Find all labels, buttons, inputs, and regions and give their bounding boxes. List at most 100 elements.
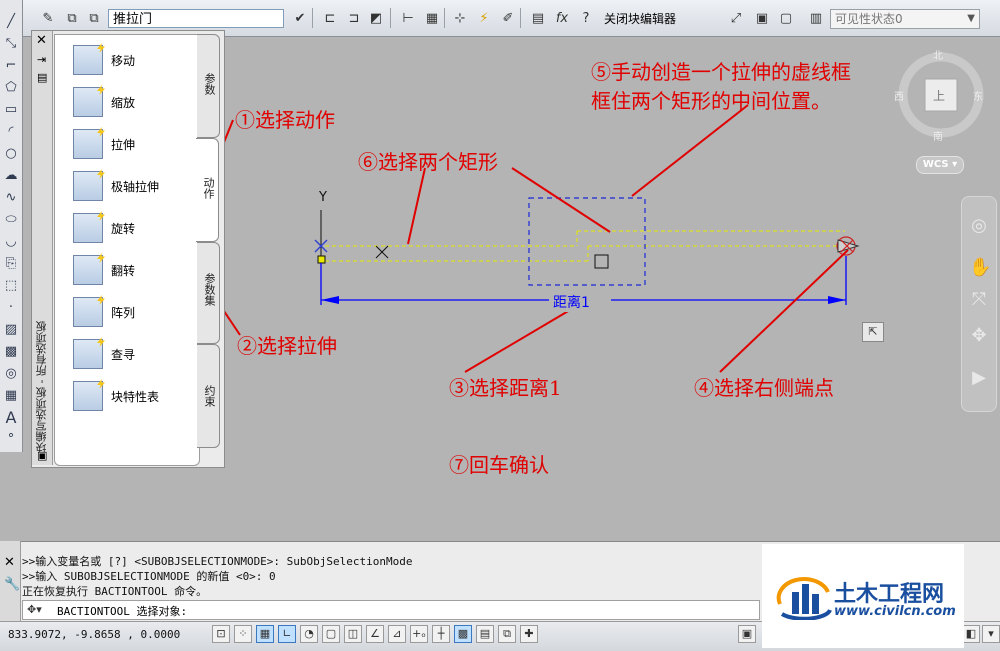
save-block-as-icon[interactable]: ⧉ [84, 9, 104, 29]
leader-step4 [719, 249, 849, 373]
block-name-field[interactable]: 推拉门 [108, 9, 284, 28]
status-menu-icon[interactable]: ▾ [982, 625, 1000, 643]
block-table-icon [73, 381, 103, 411]
palette-item-flip[interactable]: 翻转 [71, 253, 201, 289]
grip-left[interactable] [317, 255, 326, 264]
gradient-icon[interactable]: ▩ [3, 344, 19, 360]
tab-actions[interactable]: 动作 [196, 138, 219, 242]
customize-icon[interactable]: 🔧 [4, 577, 20, 592]
visibility-states-icon[interactable]: ▥ [806, 9, 826, 29]
line-icon[interactable]: ╱ [3, 14, 19, 30]
dyn-toggle[interactable]: +ₒ [410, 625, 428, 643]
selection-cycling-toggle[interactable]: ⧉ [498, 625, 516, 643]
palette-item-move[interactable]: 移动 [71, 43, 201, 79]
viewcube-north[interactable]: 北 [933, 47, 943, 62]
make-invisible-icon[interactable]: ▢ [776, 9, 796, 29]
circle-icon[interactable]: ○ [3, 146, 19, 162]
auto-hide-icon[interactable]: ⇥ [37, 53, 46, 66]
revision-cloud-icon[interactable]: ☁ [3, 168, 19, 184]
ortho-toggle[interactable]: ∟ [278, 625, 296, 643]
constraint-status-icon[interactable]: ◩ [366, 9, 386, 29]
viewcube-south[interactable]: 南 [933, 128, 943, 143]
block-table-icon[interactable]: ▦ [422, 9, 442, 29]
viewcube-east[interactable]: 东 [973, 88, 983, 103]
table-icon[interactable]: ▦ [3, 388, 19, 404]
fx-icon[interactable]: fx [552, 9, 572, 29]
close-icon[interactable]: ✕ [36, 33, 47, 48]
attribute-icon[interactable]: ✐ [498, 9, 518, 29]
auto-constrain-icon[interactable]: ⊏ [320, 9, 340, 29]
point-param-icon[interactable]: ⊹ [450, 9, 470, 29]
test-block-icon[interactable]: ✔ [290, 9, 310, 29]
action-lightning-icon[interactable]: ⚡ [474, 9, 494, 29]
add-selected-icon[interactable]: ° [3, 432, 19, 448]
viewcube-top-face[interactable]: 上 [933, 87, 945, 104]
multiline-text-icon[interactable]: A [3, 410, 19, 426]
model-space-button[interactable]: ▣ [738, 625, 756, 643]
parameter-icon[interactable]: ⊢ [398, 9, 418, 29]
lineweight-toggle[interactable]: ┼ [432, 625, 450, 643]
palette-item-scale[interactable]: 缩放 [71, 85, 201, 121]
palette-item-array[interactable]: 阵列 [71, 295, 201, 331]
viewcube-west[interactable]: 西 [894, 88, 904, 103]
grid-toggle[interactable]: ▦ [256, 625, 274, 643]
workspace-button[interactable]: ◧ [962, 625, 980, 643]
infer-constraints-toggle[interactable]: ⊡ [212, 625, 230, 643]
visibility-state-select[interactable]: 可见性状态0 ▼ [830, 9, 980, 29]
point-icon[interactable]: · [3, 300, 19, 316]
palette-item-stretch[interactable]: 拉伸 [71, 127, 201, 163]
help-icon[interactable]: ? [576, 9, 596, 29]
make-visible-icon[interactable]: ▣ [752, 9, 772, 29]
palette-item-lookup[interactable]: 查寻 [71, 337, 201, 373]
otrack-toggle[interactable]: ∠ [366, 625, 384, 643]
region-icon[interactable]: ◎ [3, 366, 19, 382]
palette-item-block-table[interactable]: 块特性表 [71, 379, 201, 415]
construction-line-icon[interactable]: ⤡ [3, 36, 19, 52]
ellipse-icon[interactable]: ⬭ [3, 212, 19, 228]
palette-menu-icon[interactable]: ▣ [37, 449, 47, 462]
edit-block-icon[interactable]: ✎ [38, 9, 58, 29]
action-bar-icon[interactable]: ⇱ [862, 322, 884, 342]
showmotion-icon[interactable]: ▶ [969, 367, 989, 389]
insert-block-icon[interactable]: ⎘ [3, 256, 19, 272]
annotation-monitor-toggle[interactable]: ✚ [520, 625, 538, 643]
spline-icon[interactable]: ∿ [3, 190, 19, 206]
geometric-constraint-icon[interactable]: ⊐ [344, 9, 364, 29]
zoom-icon[interactable]: ⤧ [969, 289, 989, 311]
close-block-editor-button[interactable]: 关闭块编辑器 [604, 9, 676, 29]
snap-toggle[interactable]: ⁘ [234, 625, 252, 643]
make-block-icon[interactable]: ⬚ [3, 278, 19, 294]
ucs-y-label: Y [319, 190, 327, 205]
polyline-icon[interactable]: ⌐ [3, 58, 19, 74]
define-attribute-icon[interactable]: ▤ [528, 9, 548, 29]
close-icon[interactable]: ✕ [4, 555, 15, 570]
3d-osnap-toggle[interactable]: ◫ [344, 625, 362, 643]
quick-properties-toggle[interactable]: ▤ [476, 625, 494, 643]
pan-icon[interactable]: ✋ [969, 257, 991, 279]
osnap-toggle[interactable]: ▢ [322, 625, 340, 643]
tab-parameters[interactable]: 参数 [197, 34, 220, 138]
distance-label[interactable]: 距离1 [551, 292, 592, 312]
polar-toggle[interactable]: ◔ [300, 625, 318, 643]
properties-icon[interactable]: ▤ [37, 71, 47, 84]
palette-item-rotate[interactable]: 旋转 [71, 211, 201, 247]
ellipse-arc-icon[interactable]: ◡ [3, 234, 19, 250]
hatch-icon[interactable]: ▨ [3, 322, 19, 338]
palette-item-polar-stretch[interactable]: 极轴拉伸 [71, 169, 201, 205]
tab-parameter-sets[interactable]: 参数集 [197, 242, 220, 344]
visibility-mode-icon[interactable]: ⤢ [726, 9, 746, 29]
rectangle-icon[interactable]: ▭ [3, 102, 19, 118]
polygon-icon[interactable]: ⬠ [3, 80, 19, 96]
orbit-icon[interactable]: ✥ [969, 325, 989, 347]
transparency-toggle[interactable]: ▩ [454, 625, 472, 643]
tab-constraints[interactable]: 约束 [197, 344, 220, 448]
arc-icon[interactable]: ◜ [3, 124, 19, 140]
save-block-icon[interactable]: ⧉ [62, 9, 82, 29]
command-input[interactable]: ✥▾ BACTIONTOOL 选择对象: [22, 600, 760, 620]
wcs-menu[interactable]: WCS ▾ [916, 156, 964, 174]
command-prompt-icon: ✥▾ [27, 603, 42, 616]
ducs-toggle[interactable]: ⊿ [388, 625, 406, 643]
coordinates-readout[interactable]: 833.9072, -9.8658 , 0.0000 [8, 628, 180, 641]
cursor-pickbox [594, 254, 609, 269]
steering-wheel-icon[interactable]: ◎ [969, 215, 989, 237]
